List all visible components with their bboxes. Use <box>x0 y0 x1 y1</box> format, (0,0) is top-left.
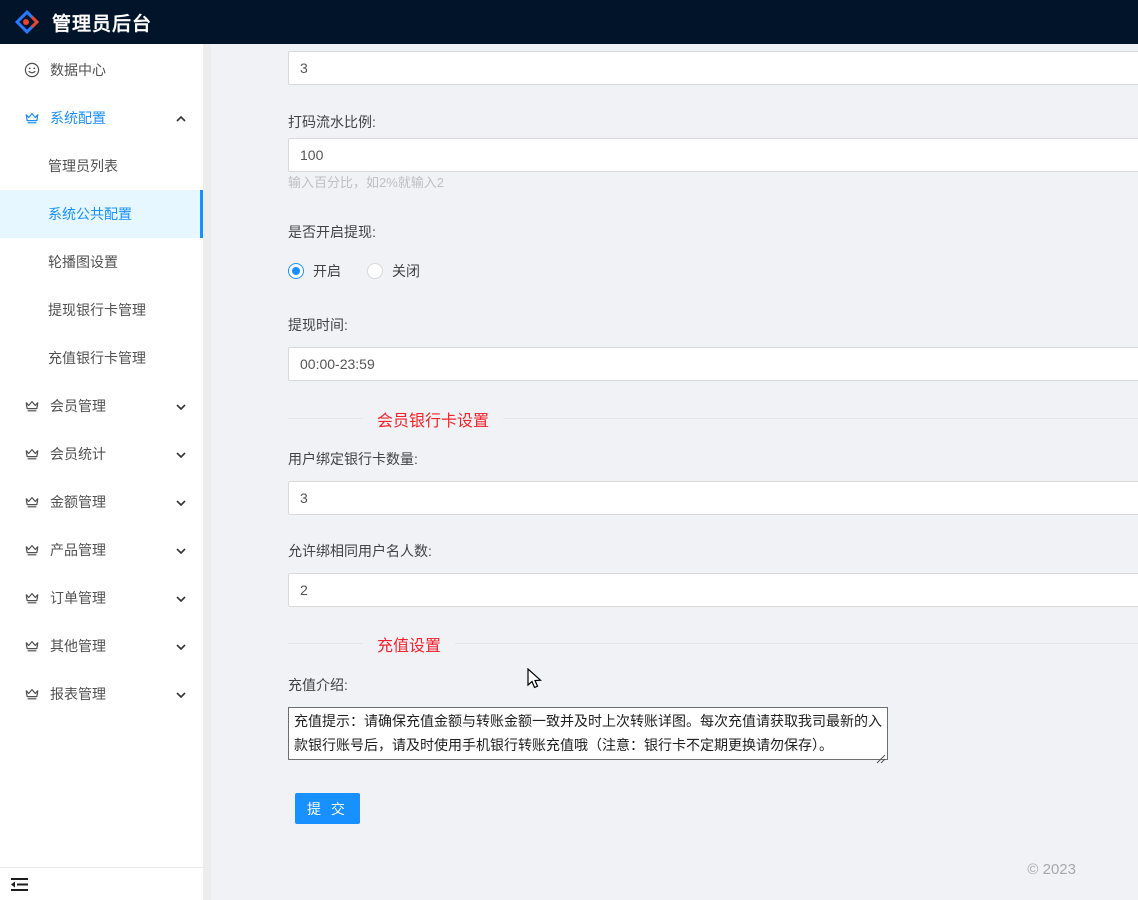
app-header: 管理员后台 <box>0 0 1138 44</box>
system-config-form: 打码流水比例: 输入百分比，如2%就输入2 是否开启提现: 开启 关闭 提现时间… <box>211 44 1138 824</box>
sidebar-subitem-withdraw-bankcard[interactable]: 提现银行卡管理 <box>0 286 203 334</box>
sidebar-item-label: 金额管理 <box>50 492 106 512</box>
withdraw-time-label: 提现时间: <box>288 315 1138 336</box>
sidebar-item-order-management[interactable]: 订单管理 <box>0 574 203 622</box>
chevron-down-icon <box>175 448 187 460</box>
crown-icon <box>24 398 40 414</box>
radio-option-on[interactable]: 开启 <box>288 261 341 281</box>
recharge-intro-label: 充值介绍: <box>288 675 1138 696</box>
withdraw-switch-group: 开启 关闭 <box>288 261 1138 281</box>
bind-card-count-label: 用户绑定银行卡数量: <box>288 449 1138 470</box>
section-title-bankcard: 会员银行卡设置 <box>363 407 503 431</box>
chevron-down-icon <box>175 640 187 652</box>
radio-on-label: 开启 <box>313 261 341 281</box>
daima-ratio-label: 打码流水比例: <box>288 112 1138 133</box>
sidebar-subitem-label: 提现银行卡管理 <box>48 300 146 320</box>
sidebar-item-other-management[interactable]: 其他管理 <box>0 622 203 670</box>
section-divider-recharge: 充值设置 <box>288 635 1138 652</box>
daima-ratio-input[interactable] <box>288 138 1138 172</box>
sidebar-item-label: 会员统计 <box>50 444 106 464</box>
chevron-up-icon <box>175 112 187 124</box>
recharge-intro-textarea[interactable]: 充值提示：请确保充值金额与转账金额一致并及时上次转账详图。每次充值请获取我司最新… <box>288 707 888 760</box>
crown-icon <box>24 110 40 126</box>
withdraw-switch-label: 是否开启提现: <box>288 222 1138 243</box>
section-divider-bankcard: 会员银行卡设置 <box>288 410 1138 427</box>
sidebar-subitem-carousel-settings[interactable]: 轮播图设置 <box>0 238 203 286</box>
sidebar-item-label: 报表管理 <box>50 684 106 704</box>
section-title-recharge: 充值设置 <box>363 632 455 656</box>
sidebar-item-product-management[interactable]: 产品管理 <box>0 526 203 574</box>
sidebar-footer <box>0 867 203 900</box>
sidebar-subitem-label: 系统公共配置 <box>48 204 132 224</box>
smile-icon <box>24 62 40 78</box>
chevron-down-icon <box>175 544 187 556</box>
sidebar-subitem-recharge-bankcard[interactable]: 充值银行卡管理 <box>0 334 203 382</box>
sidebar-item-system-config[interactable]: 系统配置 <box>0 94 203 142</box>
sidebar-subitem-admin-list[interactable]: 管理员列表 <box>0 142 203 190</box>
menu-fold-icon[interactable] <box>10 876 29 893</box>
same-name-count-label: 允许绑相同用户名人数: <box>288 541 1138 562</box>
sidebar-scrollbar[interactable] <box>203 44 211 900</box>
radio-checked-icon <box>288 263 304 279</box>
radio-off-label: 关闭 <box>392 261 420 281</box>
app-logo-icon <box>12 7 42 37</box>
crown-icon <box>24 494 40 510</box>
crown-icon <box>24 446 40 462</box>
sidebar-item-label: 系统配置 <box>50 108 106 128</box>
radio-option-off[interactable]: 关闭 <box>367 261 420 281</box>
withdraw-time-input[interactable] <box>288 347 1138 381</box>
sidebar-item-member-management[interactable]: 会员管理 <box>0 382 203 430</box>
radio-unchecked-icon <box>367 263 383 279</box>
app-title: 管理员后台 <box>52 9 152 36</box>
crown-icon <box>24 638 40 654</box>
sidebar-item-label: 会员管理 <box>50 396 106 416</box>
sidebar-subitem-label: 轮播图设置 <box>48 252 118 272</box>
sidebar-item-member-statistics[interactable]: 会员统计 <box>0 430 203 478</box>
main-content: 打码流水比例: 输入百分比，如2%就输入2 是否开启提现: 开启 关闭 提现时间… <box>211 44 1138 900</box>
sidebar-item-label: 订单管理 <box>50 588 106 608</box>
crown-icon <box>24 590 40 606</box>
chevron-down-icon <box>175 400 187 412</box>
sidebar-item-label: 其他管理 <box>50 636 106 656</box>
sidebar: 数据中心 系统配置 管理员列表 系统公共配置 轮播图设置 提现银行卡管理 充值银… <box>0 44 203 900</box>
sidebar-item-label: 数据中心 <box>50 60 106 80</box>
crown-icon <box>24 686 40 702</box>
same-name-count-input[interactable] <box>288 573 1138 607</box>
recharge-intro-wrapper: 充值提示：请确保充值金额与转账金额一致并及时上次转账详图。每次充值请获取我司最新… <box>288 707 888 765</box>
sidebar-subitem-label: 充值银行卡管理 <box>48 348 146 368</box>
sidebar-item-report-management[interactable]: 报表管理 <box>0 670 203 718</box>
crown-icon <box>24 542 40 558</box>
bind-card-count-input[interactable] <box>288 481 1138 515</box>
submit-button[interactable]: 提 交 <box>295 793 360 824</box>
chevron-down-icon <box>175 688 187 700</box>
daima-ratio-hint: 输入百分比，如2%就输入2 <box>288 176 1138 190</box>
copyright-text: © 2023 <box>1027 861 1076 878</box>
sidebar-subitem-label: 管理员列表 <box>48 156 118 176</box>
sidebar-subitem-system-public-config[interactable]: 系统公共配置 <box>0 190 203 238</box>
chevron-down-icon <box>175 592 187 604</box>
sidebar-item-label: 产品管理 <box>50 540 106 560</box>
sidebar-item-data-center[interactable]: 数据中心 <box>0 46 203 94</box>
sidebar-item-amount-management[interactable]: 金额管理 <box>0 478 203 526</box>
top-number-input[interactable] <box>288 51 1138 85</box>
chevron-down-icon <box>175 496 187 508</box>
